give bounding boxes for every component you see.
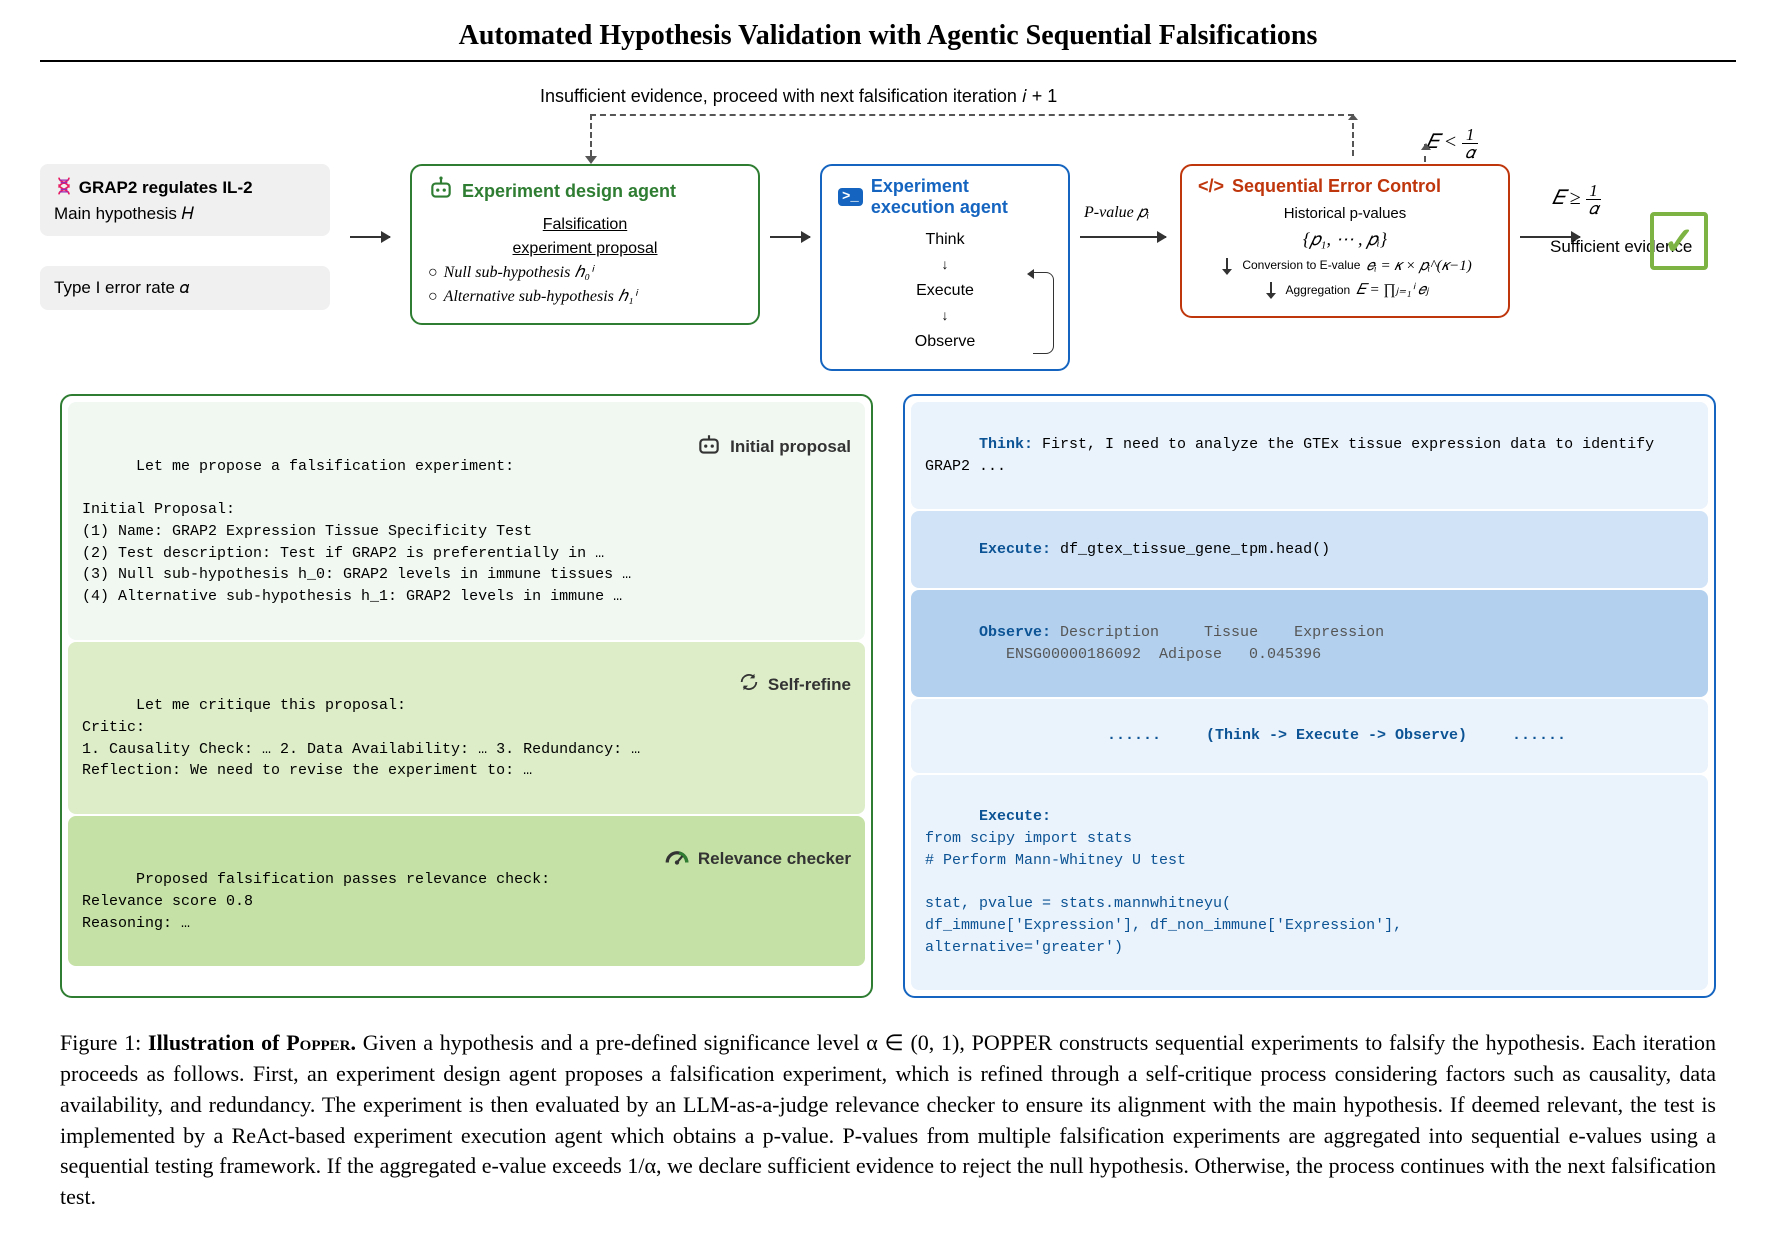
flow-diagram: Insufficient evidence, proceed with next… (40, 86, 1736, 366)
hypothesis-title: GRAP2 regulates IL-2 (79, 178, 253, 197)
relevance-checker-text: Proposed falsification passes relevance … (82, 871, 550, 932)
caption-prefix: Figure 1: (60, 1030, 148, 1055)
execution-detail-panel: Think: First, I need to analyze the GTEx… (903, 394, 1716, 998)
loop-text: ...... (Think -> Execute -> Observe) ...… (1107, 727, 1566, 744)
feedback-arrow (590, 114, 1354, 156)
hypothesis-subtitle: Main hypothesis 𝐻 (54, 204, 316, 224)
down-arrow-icon: ↓ (838, 304, 1052, 328)
caption-body: Given a hypothesis and a pre-defined sig… (60, 1030, 1716, 1209)
terminal-icon: >_ (838, 188, 863, 206)
robot-icon (428, 176, 454, 207)
design-agent-box: Experiment design agent Falsification ex… (410, 164, 760, 325)
execute2-text: from scipy import stats # Perform Mann-W… (925, 830, 1402, 956)
title-rule (40, 60, 1736, 62)
design-line3: Null sub-hypothesis ℎ₀ⁱ (444, 264, 593, 281)
error-conv-formula: 𝑒ᵢ = 𝜅 × 𝑝ᵢ^(𝜅−1) (1366, 255, 1471, 278)
design-line2: experiment proposal (428, 237, 742, 261)
up-arrow-icon (1424, 144, 1428, 162)
error-agg-formula: 𝐸 = ∏ⱼ₌₁ⁱ 𝑒ⱼ (1356, 279, 1428, 302)
arrow-icon (770, 236, 810, 238)
design-line1: Falsification (428, 213, 742, 237)
exec-think: Think (838, 226, 1052, 253)
think-label: Think: (979, 436, 1033, 453)
exec-agent-title: Experiment execution agent (871, 176, 1052, 218)
error-conv-label: Conversion to E-value (1242, 259, 1360, 272)
page-title: Automated Hypothesis Validation with Age… (40, 20, 1736, 60)
robot-icon (649, 412, 722, 482)
error-hist-label: Historical p-values (1198, 203, 1492, 226)
down-arrow-icon (1226, 258, 1228, 274)
error-agg-label: Aggregation (1286, 281, 1351, 299)
exec-observe: Observe (838, 328, 1052, 355)
threshold-ge-label: 𝐸 ≥ 1𝛼 (1552, 182, 1601, 217)
design-line4: Alternative sub-hypothesis ℎ₁ⁱ (444, 288, 637, 305)
relevance-checker-label: Relevance checker (698, 849, 851, 869)
threshold-lt-label: 𝐸 < 1𝛼 (1426, 126, 1478, 161)
down-arrow-icon: ↓ (838, 253, 1052, 277)
refresh-icon (691, 652, 760, 718)
execution-agent-box: >_ Experiment execution agent Think ↓ Ex… (820, 164, 1070, 371)
dna-icon (54, 178, 79, 197)
execute2-label: Execute: (979, 808, 1051, 825)
execute-text: df_gtex_tissue_gene_tpm.head() (1051, 541, 1330, 558)
error-control-box: </> Sequential Error Control Historical … (1180, 164, 1510, 318)
self-refine-text: Let me critique this proposal: Critic: 1… (82, 697, 640, 779)
loop-arrow-icon (1033, 272, 1054, 354)
code-icon: </> (1198, 176, 1224, 197)
initial-proposal-text: Let me propose a falsification experimen… (82, 458, 631, 606)
arrow-icon (1080, 236, 1166, 238)
down-arrow-icon (1270, 282, 1272, 298)
arrow-icon (350, 236, 390, 238)
detail-panels: Initial proposal Let me propose a falsif… (60, 394, 1716, 998)
feedback-label: Insufficient evidence, proceed with next… (540, 86, 1057, 107)
pvalue-label: P-value 𝑝ᵢ (1084, 204, 1149, 222)
self-refine-label: Self-refine (768, 675, 851, 695)
checkmark-icon: ✓ (1650, 212, 1708, 270)
gauge-icon (617, 826, 690, 892)
error-pvalue-set: {𝑝₁, ⋯ , 𝑝ᵢ} (1198, 226, 1492, 253)
exec-execute: Execute (838, 277, 1052, 304)
execute-label: Execute: (979, 541, 1051, 558)
alpha-label: Type I error rate 𝛼 (54, 278, 189, 297)
think-text: First, I need to analyze the GTEx tissue… (925, 436, 1663, 475)
figure-caption: Figure 1: Illustration of Popper. Given … (60, 1028, 1716, 1213)
observe-label: Observe: (979, 624, 1051, 641)
alpha-box: Type I error rate 𝛼 (40, 266, 330, 310)
initial-proposal-label: Initial proposal (730, 437, 851, 457)
error-control-title: Sequential Error Control (1232, 176, 1441, 197)
design-detail-panel: Initial proposal Let me propose a falsif… (60, 394, 873, 998)
design-agent-title: Experiment design agent (462, 181, 676, 202)
main-hypothesis-box: GRAP2 regulates IL-2 Main hypothesis 𝐻 (40, 164, 330, 236)
caption-bold: Illustration of Popper. (148, 1030, 356, 1055)
